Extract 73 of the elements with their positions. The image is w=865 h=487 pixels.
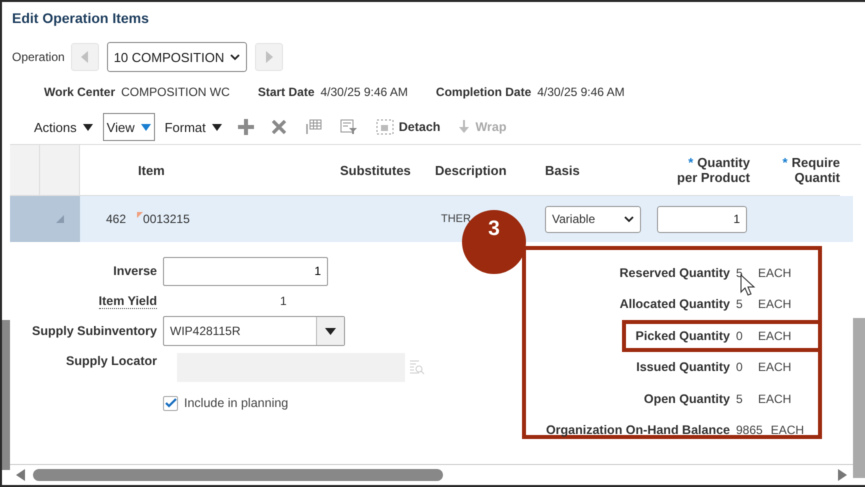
column-header: * Require Quantit <box>782 155 840 185</box>
menu-button[interactable]: Format <box>160 113 226 141</box>
column-header: Description <box>435 162 507 178</box>
planning-checkbox[interactable]: Include in planning <box>163 396 288 410</box>
freeze-columns-icon[interactable] <box>304 119 322 135</box>
add-icon[interactable] <box>238 119 254 135</box>
field-label: Supply Subinventory <box>30 323 157 340</box>
field-label: Start Date <box>258 85 314 99</box>
quantity-label: Allocated Quantity <box>618 297 730 312</box>
scroll-left-icon[interactable] <box>16 469 25 481</box>
field-label: Completion Date <box>436 85 532 99</box>
chevron-icon <box>230 54 240 60</box>
quantity-value: 0 <box>736 328 744 343</box>
column-header: Item <box>138 162 165 178</box>
operation-select[interactable]: 10 COMPOSITION <box>106 42 248 72</box>
right-arrow-icon <box>265 51 274 63</box>
quantity-label: Issued Quantity <box>635 360 730 374</box>
unit-text: EACH <box>757 360 792 374</box>
row-header[interactable] <box>40 196 80 242</box>
chevron-icon <box>624 216 634 222</box>
quantity-label: Reserved Quantity <box>618 266 730 280</box>
field-label: Work Center <box>44 85 116 99</box>
quantity-value: 0 <box>736 360 744 374</box>
flag-icon <box>137 212 144 218</box>
field-value: COMPOSITION WC <box>121 85 230 99</box>
column-header: Basis <box>545 162 580 178</box>
quantity-value: 5 <box>736 392 744 406</box>
detach-icon <box>376 119 394 135</box>
quantity-label: Organization On-Hand Balance <box>544 423 730 438</box>
menu-button[interactable]: Actions <box>30 113 97 141</box>
caret-icon <box>82 124 93 130</box>
quantity-value: 5 <box>736 297 744 312</box>
row-header <box>10 196 40 242</box>
left-arrow-icon <box>80 51 89 63</box>
wrap-icon <box>458 120 470 134</box>
vertical-scrollbar[interactable] <box>853 318 865 478</box>
operation-label: Operation <box>12 50 65 64</box>
field-label: Inverse <box>112 263 157 280</box>
delete-icon[interactable] <box>272 120 286 134</box>
unit-text: EACH <box>757 328 792 343</box>
item-number[interactable]: 0013215 <box>143 212 190 226</box>
unit-text: EACH <box>757 266 792 280</box>
field-label: Item Yield <box>98 294 157 308</box>
caret-icon <box>140 124 151 130</box>
column-header: * Quantity per Product <box>677 155 750 185</box>
line-number: 462 <box>105 212 126 226</box>
subinventory-select[interactable]: WIP428115R <box>163 316 345 346</box>
quantity-label: Picked Quantity <box>634 328 730 343</box>
column-header: Substitutes <box>340 162 411 178</box>
field-value: 4/30/25 9:46 AM <box>537 85 625 99</box>
caret-icon <box>325 328 336 334</box>
unit-text: EACH <box>770 423 804 438</box>
inverse-input[interactable]: 1 <box>163 256 328 286</box>
search-icon[interactable] <box>409 359 425 375</box>
field-value: 1 <box>280 294 287 308</box>
menu-button[interactable]: View <box>102 113 155 141</box>
scrollbar-thumb[interactable] <box>33 469 443 481</box>
field-label: Supply Locator <box>65 353 157 370</box>
checkmark-icon <box>164 398 176 408</box>
description-text: THER <box>441 213 471 225</box>
caret-icon <box>212 124 222 130</box>
quantity-input[interactable]: 1 <box>657 206 747 232</box>
quantity-value: 9865 <box>736 423 763 438</box>
scroll-right-icon[interactable] <box>838 469 847 481</box>
detach-button[interactable]: Detach <box>370 119 446 135</box>
row-selector-icon[interactable] <box>56 215 64 223</box>
unit-text: EACH <box>757 392 792 406</box>
field-value: 4/30/25 9:46 AM <box>320 85 408 99</box>
basis-select[interactable]: Variable <box>545 206 641 232</box>
quantity-label: Open Quantity <box>642 392 730 406</box>
filter-icon[interactable] <box>340 119 358 135</box>
unit-text: EACH <box>757 297 792 312</box>
dialog-title: Edit Operation Items <box>12 10 150 28</box>
